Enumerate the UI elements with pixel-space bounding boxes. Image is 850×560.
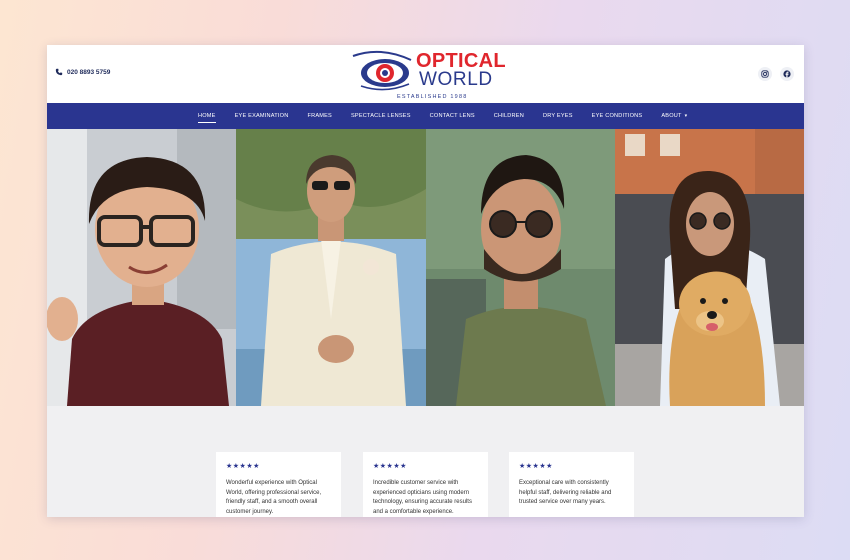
- eye-logo-icon: [352, 50, 412, 91]
- social-links: [758, 67, 794, 81]
- nav-item-dry-eyes[interactable]: DRY EYES: [543, 113, 573, 119]
- reviews-section: ★★★★★ Wonderful experience with Optical …: [47, 406, 804, 517]
- nav-item-frames[interactable]: FRAMES: [307, 113, 332, 119]
- review-text: Wonderful experience with Optical World,…: [226, 480, 322, 515]
- site-header: 020 8893 5759 OPTICAL WORLD ESTABLISHED …: [47, 45, 804, 103]
- hero-photo-strip: [47, 129, 804, 406]
- phone-link[interactable]: 020 8893 5759: [55, 68, 110, 76]
- photo-child-glasses: [47, 129, 237, 406]
- rating-stars: ★★★★★: [519, 463, 553, 470]
- instagram-icon[interactable]: [758, 67, 772, 81]
- optical-world-logo[interactable]: OPTICAL WORLD ESTABLISHED 1988: [351, 48, 511, 102]
- review-card: ★★★★★ Exceptional care with consistently…: [509, 452, 634, 517]
- photo-man-green-shirt: [425, 129, 615, 406]
- website-frame: 020 8893 5759 OPTICAL WORLD ESTABLISHED …: [47, 45, 804, 517]
- review-text: Exceptional care with consistently helpf…: [519, 480, 612, 505]
- nav-item-home[interactable]: HOME: [198, 113, 216, 123]
- facebook-icon[interactable]: [780, 67, 794, 81]
- review-text: Incredible customer service with experie…: [373, 480, 472, 515]
- rating-stars: ★★★★★: [373, 463, 407, 470]
- nav-item-about[interactable]: ABOUT ▾: [661, 113, 687, 119]
- review-card: ★★★★★ Incredible customer service with e…: [363, 452, 488, 517]
- logo-tagline: ESTABLISHED 1988: [397, 94, 468, 100]
- nav-item-about-label: ABOUT: [661, 113, 682, 119]
- photo-man-white-suit: [236, 129, 426, 406]
- main-navigation: HOME EYE EXAMINATION FRAMES SPECTACLE LE…: [47, 103, 804, 129]
- rating-stars: ★★★★★: [226, 463, 260, 470]
- review-card: ★★★★★ Wonderful experience with Optical …: [216, 452, 341, 517]
- nav-item-spectacle-lenses[interactable]: SPECTACLE LENSES: [351, 113, 411, 119]
- phone-icon: [55, 68, 63, 76]
- nav-item-contact-lens[interactable]: CONTACT LENS: [430, 113, 475, 119]
- logo-text-world: WORLD: [419, 69, 493, 90]
- nav-item-eye-examination[interactable]: EYE EXAMINATION: [235, 113, 289, 119]
- nav-item-eye-conditions[interactable]: EYE CONDITIONS: [592, 113, 643, 119]
- photo-woman-with-dog: [614, 129, 804, 406]
- nav-item-children[interactable]: CHILDREN: [494, 113, 524, 119]
- phone-number: 020 8893 5759: [67, 68, 111, 76]
- chevron-down-icon: ▾: [684, 113, 688, 119]
